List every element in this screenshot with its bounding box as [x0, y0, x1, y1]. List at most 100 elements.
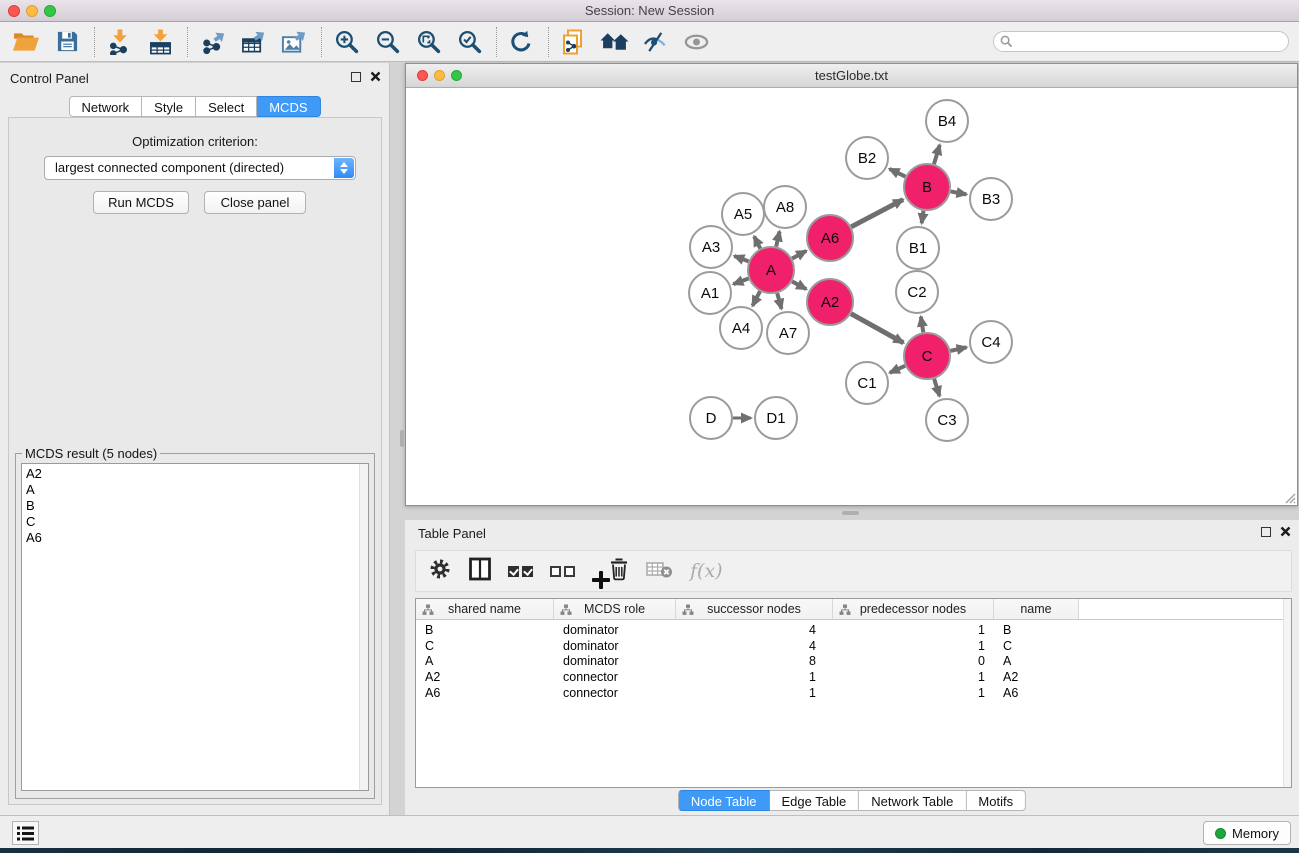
graph-edge-A-A6[interactable] [792, 251, 806, 259]
column-header-successor-nodes[interactable]: successor nodes [676, 599, 833, 619]
export-network-button[interactable] [196, 26, 228, 58]
cell-shared-name[interactable]: A2 [416, 670, 554, 686]
table-row[interactable]: A6connector11A6 [416, 686, 1291, 702]
minimize-window-button[interactable] [26, 5, 38, 17]
delete-column-button[interactable] [609, 557, 629, 586]
mcds-result-item[interactable]: A2 [26, 466, 368, 482]
graph-node-A[interactable]: A [748, 247, 794, 293]
graph-edge-C-C1[interactable] [890, 366, 905, 373]
show-columns-button[interactable] [469, 557, 491, 586]
graph-edge-A-A7[interactable] [777, 293, 781, 309]
network-window-titlebar[interactable]: testGlobe.txt [406, 64, 1297, 88]
home-view-button[interactable] [598, 26, 630, 58]
table-row[interactable]: Bdominator41B [416, 623, 1291, 639]
mcds-result-item[interactable]: B [26, 498, 368, 514]
column-header-predecessor-nodes[interactable]: predecessor nodes [833, 599, 994, 619]
list-scrollbar[interactable] [359, 464, 368, 790]
cell-predecessor-nodes[interactable]: 0 [833, 654, 994, 670]
column-header-name[interactable]: name [994, 599, 1079, 619]
cell-shared-name[interactable]: B [416, 623, 554, 639]
graph-node-A2[interactable]: A2 [807, 279, 853, 325]
tab-network[interactable]: Network [68, 96, 142, 117]
tab-mcds[interactable]: MCDS [257, 96, 320, 117]
cell-successor-nodes[interactable]: 8 [676, 654, 833, 670]
cell-shared-name[interactable]: C [416, 639, 554, 655]
graph-node-B3[interactable]: B3 [970, 178, 1012, 220]
cell-MCDS-role[interactable]: connector [554, 686, 676, 702]
graph-edge-C-C3[interactable] [934, 379, 939, 396]
graph-node-A1[interactable]: A1 [689, 272, 731, 314]
cell-MCDS-role[interactable]: connector [554, 670, 676, 686]
graph-edge-B-B4[interactable] [934, 145, 940, 164]
import-table-button[interactable] [144, 26, 176, 58]
task-history-button[interactable] [12, 821, 39, 845]
criterion-select[interactable]: largest connected component (directed) [44, 156, 356, 180]
graph-node-B2[interactable]: B2 [846, 137, 888, 179]
run-mcds-button[interactable]: Run MCDS [93, 191, 189, 214]
cell-name[interactable]: A2 [994, 670, 1079, 686]
graph-node-C3[interactable]: C3 [926, 399, 968, 441]
table-row[interactable]: A2connector11A2 [416, 670, 1291, 686]
cell-name[interactable]: A6 [994, 686, 1079, 702]
graph-edge-A-A2[interactable] [792, 281, 806, 289]
search-input[interactable] [993, 31, 1289, 52]
tab-select[interactable]: Select [196, 96, 257, 117]
column-header-MCDS-role[interactable]: MCDS role [554, 599, 676, 619]
cell-predecessor-nodes[interactable]: 1 [833, 639, 994, 655]
desktop-vertical-scroll-thumb[interactable] [400, 430, 404, 447]
tab-network-table[interactable]: Network Table [859, 790, 966, 811]
import-network-button[interactable] [103, 26, 135, 58]
close-network-button[interactable] [417, 70, 428, 81]
graph-node-B[interactable]: B [904, 164, 950, 210]
graph-edge-A6-B[interactable] [851, 200, 903, 227]
graph-edge-A-A8[interactable] [776, 231, 779, 246]
cell-successor-nodes[interactable]: 1 [676, 670, 833, 686]
zoom-network-button[interactable] [451, 70, 462, 81]
graph-node-C2[interactable]: C2 [896, 271, 938, 313]
column-header-shared-name[interactable]: shared name [416, 599, 554, 619]
cell-shared-name[interactable]: A6 [416, 686, 554, 702]
graph-edge-B-B2[interactable] [890, 169, 906, 177]
close-panel-icon[interactable] [1280, 526, 1291, 537]
graph-edge-C-C2[interactable] [921, 317, 923, 333]
tab-edge-table[interactable]: Edge Table [769, 790, 859, 811]
graph-node-D[interactable]: D [690, 397, 732, 439]
mcds-result-item[interactable]: A [26, 482, 368, 498]
minimize-network-button[interactable] [434, 70, 445, 81]
table-row[interactable]: Cdominator41C [416, 639, 1291, 655]
graph-node-C[interactable]: C [904, 333, 950, 379]
network-canvas[interactable]: AA6A2BCA1A3A4A5A7A8B1B2B3B4C1C2C3C4DD1 [406, 88, 1297, 505]
deselect-all-rows-button[interactable] [550, 566, 575, 577]
graph-node-A3[interactable]: A3 [690, 226, 732, 268]
graph-node-C1[interactable]: C1 [846, 362, 888, 404]
graph-edge-A-A5[interactable] [754, 236, 760, 248]
cell-name[interactable]: B [994, 623, 1079, 639]
select-all-rows-button[interactable] [508, 566, 533, 577]
export-table-button[interactable] [237, 26, 269, 58]
graph-edge-A-A3[interactable] [734, 256, 748, 261]
graph-edge-B-B1[interactable] [922, 211, 924, 224]
graph-node-B1[interactable]: B1 [897, 227, 939, 269]
tab-style[interactable]: Style [142, 96, 196, 117]
tab-motifs[interactable]: Motifs [966, 790, 1026, 811]
delete-table-button[interactable] [646, 559, 673, 584]
cell-predecessor-nodes[interactable]: 1 [833, 686, 994, 702]
save-session-button[interactable] [51, 26, 83, 58]
table-scrollbar[interactable] [1283, 599, 1291, 787]
cell-successor-nodes[interactable]: 4 [676, 623, 833, 639]
zoom-fit-button[interactable] [412, 26, 444, 58]
cell-name[interactable]: A [994, 654, 1079, 670]
show-graphics-details-button[interactable] [680, 26, 712, 58]
export-image-button[interactable] [278, 26, 310, 58]
mcds-result-item[interactable]: A6 [26, 530, 368, 546]
hide-graphics-details-button[interactable] [639, 26, 671, 58]
graph-node-B4[interactable]: B4 [926, 100, 968, 142]
cell-predecessor-nodes[interactable]: 1 [833, 670, 994, 686]
cell-successor-nodes[interactable]: 4 [676, 639, 833, 655]
refresh-view-button[interactable] [505, 26, 537, 58]
graph-edge-A-A1[interactable] [733, 278, 748, 284]
cell-MCDS-role[interactable]: dominator [554, 654, 676, 670]
graph-node-A8[interactable]: A8 [764, 186, 806, 228]
zoom-selected-button[interactable] [453, 26, 485, 58]
open-session-button[interactable] [10, 26, 42, 58]
